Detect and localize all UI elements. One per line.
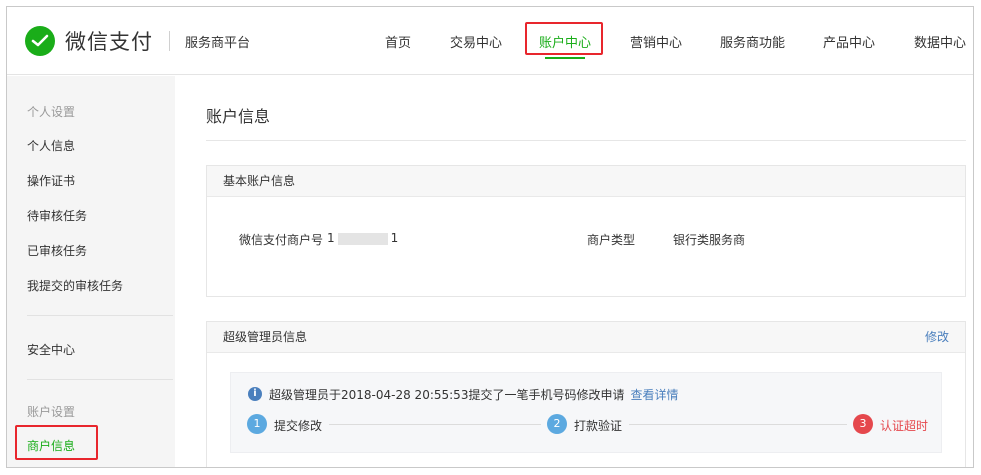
brand-name: 微信支付 bbox=[65, 30, 153, 54]
sidebar-group-personal: 个人设置 bbox=[27, 105, 76, 119]
sidebar-item-reviewed-tasks[interactable]: 已审核任务 bbox=[27, 242, 87, 259]
step-2-icon: 2 bbox=[547, 414, 567, 434]
merchant-id-mask bbox=[337, 232, 388, 245]
sidebar-item-pending-tasks[interactable]: 待审核任务 bbox=[27, 207, 87, 224]
notice-text: 超级管理员于2018-04-28 20:55:53提交了一笔手机号码修改申请 查看… bbox=[269, 386, 678, 403]
highlight-box-nav bbox=[525, 22, 603, 55]
sidebar-item-submitted-tasks[interactable]: 我提交的审核任务 bbox=[27, 277, 123, 294]
sidebar: 个人设置 个人信息 操作证书 待审核任务 已审核任务 我提交的审核任务 安全中心… bbox=[7, 76, 175, 467]
super-admin-heading: 超级管理员信息 bbox=[223, 330, 308, 344]
modification-notice: i 超级管理员于2018-04-28 20:55:53提交了一笔手机号码修改申请… bbox=[230, 372, 942, 453]
step-connector bbox=[329, 424, 541, 425]
sidebar-divider bbox=[27, 315, 173, 316]
sidebar-item-security-center[interactable]: 安全中心 bbox=[27, 341, 75, 358]
nav-home[interactable]: 首页 bbox=[385, 32, 411, 51]
super-admin-panel: 超级管理员信息 修改 i 超级管理员于2018-04-28 20:55:53提交… bbox=[206, 321, 966, 467]
title-divider bbox=[206, 140, 966, 141]
merchant-type-label: 商户类型 bbox=[587, 233, 636, 247]
basic-account-panel: 基本账户信息 微信支付商户号 11 商户类型 银行类服务商 bbox=[206, 165, 966, 297]
app-window: 微信支付 服务商平台 首页 交易中心 账户中心 营销中心 服务商功能 产品中心 … bbox=[6, 6, 974, 468]
sidebar-item-personal-info[interactable]: 个人信息 bbox=[27, 137, 75, 154]
nav-transaction-center[interactable]: 交易中心 bbox=[450, 32, 502, 51]
notice-message: 超级管理员于2018-04-28 20:55:53提交了一笔手机号码修改申请 bbox=[269, 388, 625, 402]
nav-service-provider-functions[interactable]: 服务商功能 bbox=[720, 32, 785, 51]
merchant-id-suffix: 1 bbox=[390, 231, 399, 245]
merchant-id-value: 11 bbox=[327, 231, 398, 245]
brand-logo[interactable]: 微信支付 bbox=[25, 26, 153, 56]
step-3-label: 认证超时 bbox=[880, 419, 929, 433]
top-header: 微信支付 服务商平台 首页 交易中心 账户中心 营销中心 服务商功能 产品中心 … bbox=[7, 7, 973, 75]
step-1-label: 提交修改 bbox=[274, 419, 323, 433]
sidebar-divider bbox=[27, 379, 173, 380]
merchant-id-label: 微信支付商户号 bbox=[239, 233, 324, 247]
nav-active-underline bbox=[545, 57, 586, 59]
step-connector bbox=[629, 424, 847, 425]
info-icon: i bbox=[248, 387, 262, 401]
page-title: 账户信息 bbox=[206, 107, 271, 126]
sidebar-item-certificate[interactable]: 操作证书 bbox=[27, 172, 75, 189]
nav-data-center[interactable]: 数据中心 bbox=[914, 32, 966, 51]
nav-product-center[interactable]: 产品中心 bbox=[823, 32, 875, 51]
merchant-id-prefix: 1 bbox=[327, 231, 335, 245]
edit-admin-link[interactable]: 修改 bbox=[925, 322, 949, 353]
super-admin-header: 超级管理员信息 修改 bbox=[207, 322, 965, 353]
merchant-type-value: 银行类服务商 bbox=[673, 233, 746, 247]
wechat-pay-check-icon bbox=[25, 26, 55, 56]
nav-marketing-center[interactable]: 营销中心 bbox=[630, 32, 682, 51]
step-1-icon: 1 bbox=[247, 414, 267, 434]
sidebar-group-account: 账户设置 bbox=[27, 405, 76, 419]
header-divider bbox=[169, 31, 170, 51]
view-details-link[interactable]: 查看详情 bbox=[630, 388, 678, 402]
step-2-label: 打款验证 bbox=[574, 419, 623, 433]
platform-name: 服务商平台 bbox=[185, 36, 251, 51]
basic-account-heading: 基本账户信息 bbox=[207, 166, 965, 197]
highlight-box-sidebar bbox=[15, 425, 98, 460]
step-3-icon: 3 bbox=[853, 414, 873, 434]
